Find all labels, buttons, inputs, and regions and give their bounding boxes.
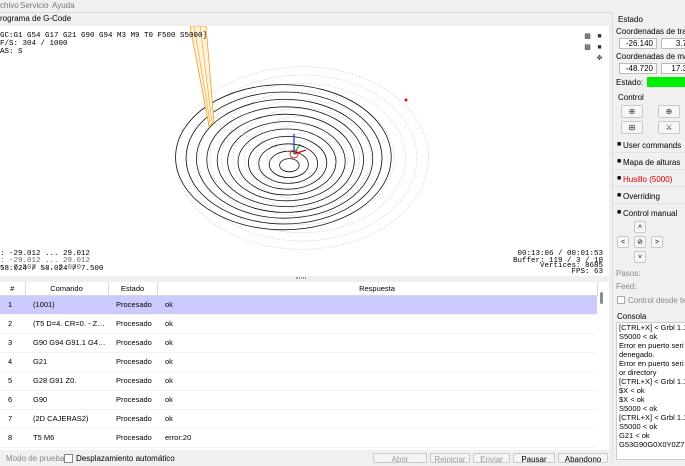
col-response[interactable]: Respuesta xyxy=(157,282,598,296)
overriding-section[interactable]: ■ Overriding xyxy=(613,189,685,204)
manual-control-section[interactable]: ■ Control manual xyxy=(613,206,685,221)
table-row[interactable]: 2(T5 D=4. CR=0. - ZMIN=...Procesadook xyxy=(0,314,597,334)
console-line: or directory xyxy=(619,368,657,377)
col-state[interactable]: Estado xyxy=(108,282,158,296)
status-line-3: AS: S xyxy=(0,48,23,56)
state-section-title: Estado xyxy=(618,15,643,24)
gcode-table: # Comando Estado Respuesta 1 (1001) Proces… xyxy=(0,282,609,450)
console-section-title: Consola xyxy=(617,312,647,321)
toolpath-ring xyxy=(196,99,374,219)
machine-x-field: -48.720 xyxy=(619,63,657,74)
user-commands-section[interactable]: ■ User commands xyxy=(613,138,685,153)
console-line: Error en puerto seri xyxy=(619,341,684,350)
work-x-field: -26.140 xyxy=(619,38,657,49)
work-y-field: 3.7 xyxy=(661,38,685,49)
toolpath-ring xyxy=(248,136,328,190)
menu-help[interactable]: Ayuda xyxy=(52,1,75,10)
console-line: S5000 < ok xyxy=(619,404,658,413)
zoom-in-icon[interactable]: ⊕ xyxy=(621,105,643,118)
console-line: Error en puerto seri xyxy=(619,359,684,368)
view-top-icon[interactable]: ▩ xyxy=(583,32,592,41)
col-command[interactable]: Comando xyxy=(25,282,109,296)
rapid-path-ring xyxy=(198,83,406,233)
rapid-path-ring xyxy=(221,99,383,217)
rapid-path-ring xyxy=(209,91,395,225)
run-icon[interactable]: ⚔ xyxy=(658,121,680,134)
gcode-program-title: rograma de G-Code xyxy=(0,14,72,23)
console-line: [CTRL+X] < Grbl 1.1 xyxy=(619,413,685,422)
status-line-1: GC:G1 G54 G17 G21 G90 G94 M3 M9 T0 F500 … xyxy=(0,32,208,40)
table-row[interactable]: 8 T5 M6 Procesado error:20 xyxy=(0,428,597,448)
feed-label: Feed: xyxy=(616,282,637,291)
menu-separator xyxy=(0,12,612,13)
console-line: denegado. xyxy=(619,350,655,359)
toolpath-ring xyxy=(268,150,309,178)
console-line: [CTRL+X] < Grbl 1.1 xyxy=(619,323,685,332)
status-indicator xyxy=(647,77,685,87)
keyboard-control-checkbox[interactable] xyxy=(617,296,625,304)
toolpath-visualization xyxy=(175,26,429,250)
table-row[interactable]: 5 G28 G91 Z0. Procesado ok xyxy=(0,371,597,391)
view-iso-icon[interactable]: ■ xyxy=(595,43,604,52)
bottom-toolbar: Modo de prueba Desplazamiento automático… xyxy=(0,451,612,464)
keyboard-control-label: Control desde tec xyxy=(628,296,685,305)
machine-coords-label: Coordenadas de máq xyxy=(616,52,685,61)
console-line: $X < ok xyxy=(619,395,645,404)
control-section-title: Control xyxy=(618,93,644,102)
table-row[interactable]: 7 (2D CAJERAS2) Procesado ok xyxy=(0,409,597,429)
work-coords-label: Coordenadas de trab xyxy=(616,27,685,36)
toolpath-ring xyxy=(185,91,383,225)
jog-left-icon[interactable]: < xyxy=(617,236,629,248)
status-line-2: F/S: 304 / 1000 xyxy=(0,40,68,48)
toolpath-ring xyxy=(279,158,300,173)
jog-right-icon[interactable]: > xyxy=(651,236,663,248)
state-label: Estado: xyxy=(616,78,644,87)
console-line: G21 < ok xyxy=(619,431,650,440)
table-row[interactable]: 1 (1001) Procesado ok xyxy=(0,295,597,315)
jog-up-icon[interactable]: ˄ xyxy=(634,221,646,233)
jog-down-icon[interactable]: ˅ xyxy=(634,251,646,263)
console-line: S5000 < ok xyxy=(619,332,658,341)
console-line: [CTRL+X] < Grbl 1.1 xyxy=(619,377,685,386)
table-scrollbar[interactable] xyxy=(598,292,606,447)
gcode-3d-viewport[interactable]: GC:G1 G54 G17 G21 G90 G94 M3 M9 T0 F500 … xyxy=(0,26,609,276)
frame-icon[interactable]: ⊞ xyxy=(621,121,643,134)
table-row[interactable]: 3G90 G94 G91.1 G40 G49 G17Procesadook xyxy=(0,333,597,353)
zoom-out-icon[interactable]: ⊕ xyxy=(658,105,680,118)
menu-bar: chivo Servicio Ayuda xyxy=(0,0,685,12)
console-line: G53G90G0X0Y0Z7.1 xyxy=(619,440,685,449)
table-row[interactable]: 6 G90 Procesado ok xyxy=(0,390,597,410)
fit-view-icon[interactable]: ✥ xyxy=(595,54,604,63)
console-line: S5000 < ok xyxy=(619,422,658,431)
table-row[interactable]: 4 G21 Procesado ok xyxy=(0,352,597,372)
fps-readout: FPS: 63 xyxy=(571,268,603,276)
splitter-handle[interactable] xyxy=(0,276,609,281)
steps-label: Pasos: xyxy=(616,269,641,278)
view-front-icon[interactable]: ■ xyxy=(595,32,604,41)
bounds-size: 58.024 / 58.024 / 7.500 xyxy=(0,265,104,273)
menu-file[interactable]: chivo xyxy=(0,1,19,10)
col-number[interactable]: # xyxy=(0,282,26,296)
machine-y-field: 17.3 xyxy=(661,63,685,74)
rapid-path-ring xyxy=(175,66,429,250)
menu-service[interactable]: Servicio xyxy=(20,1,48,10)
jog-stop-icon[interactable]: ⊘ xyxy=(634,236,646,248)
right-panel: Estado Coordenadas de trab -26.140 3.7 C… xyxy=(612,12,685,462)
console-line: $X < ok xyxy=(619,386,645,395)
machine-position-dot xyxy=(404,98,408,102)
toolpath-ring xyxy=(237,128,337,196)
view-left-icon[interactable]: ▩ xyxy=(583,43,592,52)
height-map-section[interactable]: ■ Mapa de alturas xyxy=(613,155,685,170)
console-output[interactable]: [CTRL+X] < Grbl 1.1 S5000 < ok Error en … xyxy=(616,322,685,460)
spindle-section[interactable]: ■ Husillo (5000) xyxy=(613,172,685,187)
